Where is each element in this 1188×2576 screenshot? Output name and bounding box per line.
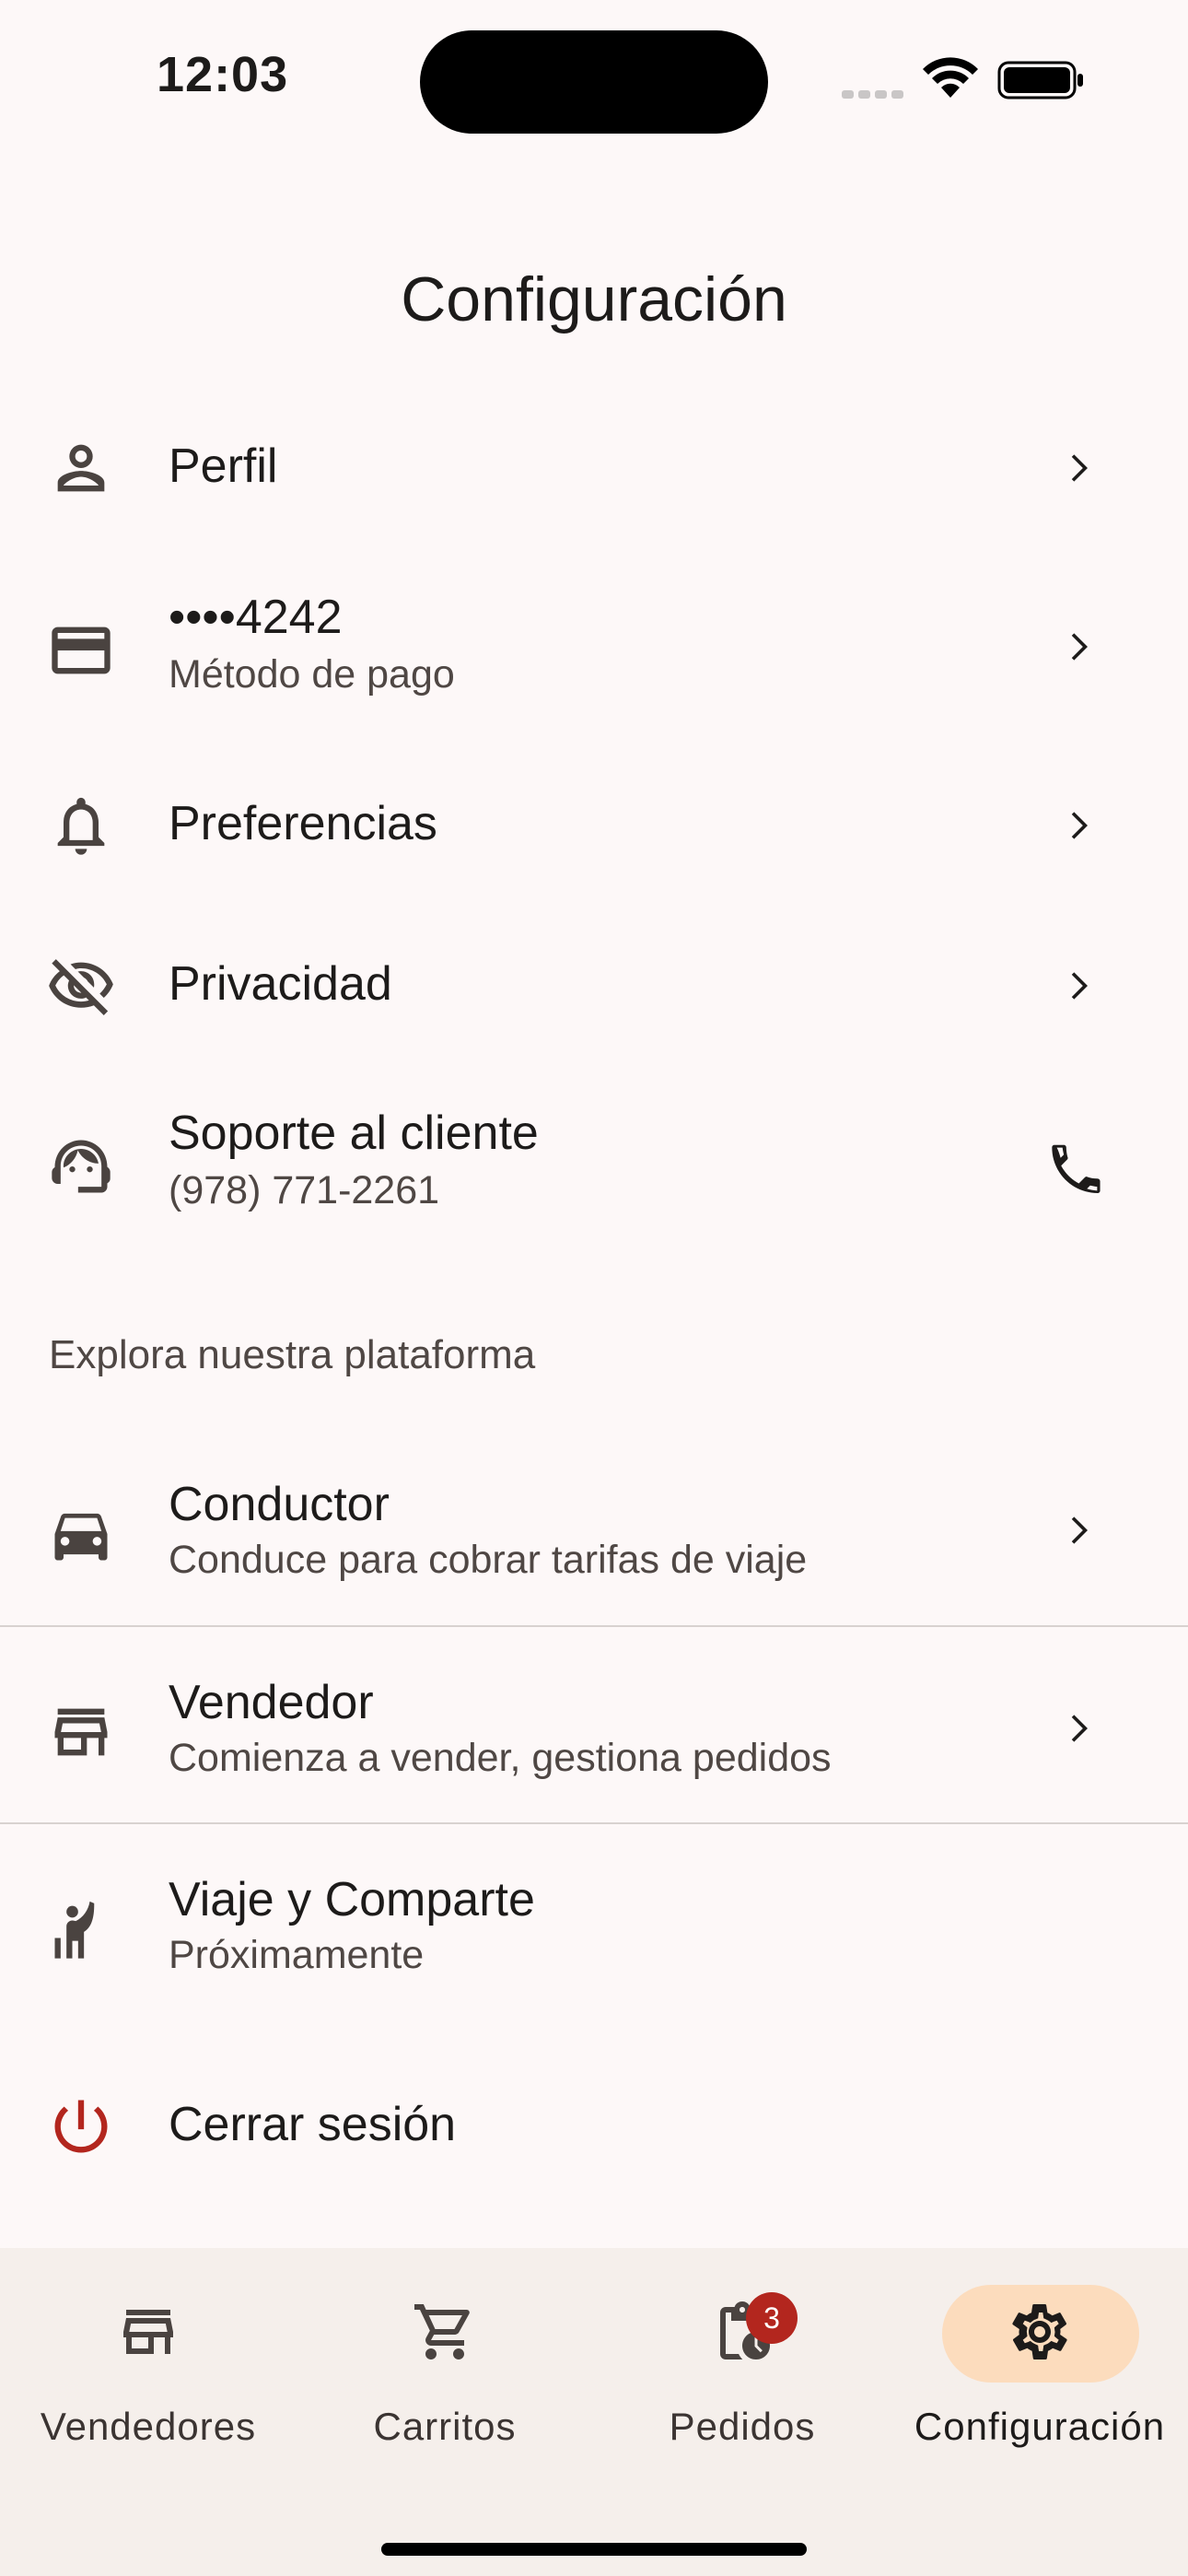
orders-count-badge: 3	[746, 2292, 798, 2344]
battery-icon	[997, 61, 1083, 100]
dynamic-island	[420, 30, 768, 134]
section-label-explore: Explora nuestra plataforma	[49, 1332, 536, 1377]
explore-row-driver[interactable]: Conductor Conduce para cobrar tarifas de…	[0, 1458, 1188, 1624]
payment-method-sublabel: Método de pago	[169, 652, 455, 697]
person-icon	[57, 444, 105, 492]
support-agent-icon	[52, 1140, 111, 1193]
driver-sublabel: Conduce para cobrar tarifas de viaje	[169, 1538, 808, 1582]
nav-tab-label: Pedidos	[669, 2405, 816, 2448]
nav-tab-label: Configuración	[914, 2405, 1166, 2448]
nav-tab-configuracion[interactable]: Configuración	[891, 2248, 1188, 2488]
storefront-icon	[54, 1708, 108, 1756]
power-icon	[54, 2100, 108, 2153]
logout-row[interactable]: Cerrar sesión	[0, 2073, 1188, 2179]
payment-card-number: ••••4242	[169, 591, 343, 644]
nav-tab-label: Vendedores	[40, 2405, 257, 2448]
nav-tab-label: Carritos	[373, 2405, 517, 2448]
divider	[0, 1625, 1188, 1627]
seller-sublabel: Comienza a vender, gestiona pedidos	[169, 1736, 832, 1780]
car-icon	[54, 1513, 108, 1561]
settings-row-support: Soporte al cliente (978) 771-2261	[0, 1096, 1188, 1235]
status-bar: 12:03	[0, 0, 1188, 138]
hail-person-icon	[54, 1901, 95, 1959]
nav-tab-carritos[interactable]: Carritos	[297, 2248, 593, 2488]
nav-tab-pedidos[interactable]: Pedidos	[594, 2248, 891, 2488]
page-title: Configuración	[401, 263, 787, 334]
chevron-right-icon	[1071, 454, 1088, 482]
settings-row-profile[interactable]: Perfil	[0, 415, 1188, 521]
phone-icon[interactable]	[1043, 1137, 1108, 1201]
trip-share-sublabel: Próximamente	[169, 1933, 425, 1977]
status-time: 12:03	[157, 47, 289, 102]
driver-label: Conductor	[169, 1478, 390, 1531]
chevron-right-icon	[1071, 972, 1088, 1000]
wifi-icon	[923, 57, 978, 98]
eye-off-icon	[49, 959, 113, 1015]
storefront-icon	[123, 2310, 173, 2354]
logout-label: Cerrar sesión	[169, 2098, 457, 2151]
seller-label: Vendedor	[169, 1676, 374, 1729]
settings-row-payment[interactable]: ••••4242 Método de pago	[0, 580, 1188, 719]
nav-tab-vendedores[interactable]: Vendedores	[0, 2248, 297, 2488]
explore-row-seller[interactable]: Vendedor Comienza a vender, gestiona ped…	[0, 1657, 1188, 1822]
cart-icon	[414, 2304, 470, 2359]
home-indicator	[381, 2543, 807, 2556]
settings-row-privacy[interactable]: Privacidad	[0, 932, 1188, 1038]
bottom-navigation: Vendedores Carritos Pedidos Configuració…	[0, 2248, 1188, 2576]
settings-row-preferences[interactable]: Preferencias	[0, 772, 1188, 878]
divider	[0, 1822, 1188, 1824]
settings-row-label: Preferencias	[169, 797, 437, 850]
cellular-signal-icon	[842, 87, 908, 103]
chevron-right-icon	[1071, 1715, 1088, 1742]
chevron-right-icon	[1071, 812, 1088, 839]
settings-row-label: Perfil	[169, 439, 278, 493]
trip-share-label: Viaje y Comparte	[169, 1873, 535, 1926]
support-phone-number: (978) 771-2261	[169, 1168, 440, 1212]
settings-row-label: Privacidad	[169, 957, 392, 1011]
gear-icon	[1012, 2304, 1067, 2359]
credit-card-icon	[52, 626, 111, 674]
support-label: Soporte al cliente	[169, 1107, 539, 1160]
chevron-right-icon	[1071, 633, 1088, 661]
explore-row-trip-share: Viaje y Comparte Próximamente	[0, 1854, 1188, 2020]
bell-icon	[57, 797, 105, 855]
chevron-right-icon	[1071, 1516, 1088, 1544]
